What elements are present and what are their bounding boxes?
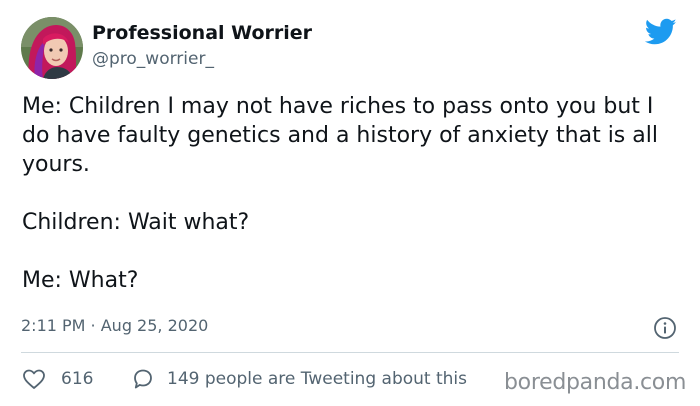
display-name[interactable]: Professional Worrier	[92, 22, 312, 44]
tweet-card: Professional Worrier @pro_worrier_ Me: C…	[0, 0, 700, 406]
tweet-line: Children: Wait what?	[22, 210, 250, 235]
user-handle[interactable]: @pro_worrier_	[92, 49, 214, 69]
avatar[interactable]	[21, 17, 83, 79]
info-icon[interactable]	[653, 316, 677, 340]
twitter-bird-icon[interactable]	[644, 18, 677, 46]
speech-bubble-icon[interactable]	[131, 367, 155, 391]
like-count[interactable]: 616	[61, 369, 93, 389]
tweet-text: Me: Children I may not have riches to pa…	[22, 92, 682, 295]
tweet-timestamp[interactable]: 2:11 PM · Aug 25, 2020	[21, 316, 208, 335]
watermark: boredpanda.com	[504, 370, 687, 395]
heart-icon[interactable]	[22, 368, 46, 390]
tweet-line: Me: Children I may not have riches to pa…	[22, 94, 665, 177]
divider	[21, 352, 679, 353]
tweet-line: Me: What?	[22, 268, 139, 293]
tweeting-about-link[interactable]: 149 people are Tweeting about this	[167, 369, 467, 389]
